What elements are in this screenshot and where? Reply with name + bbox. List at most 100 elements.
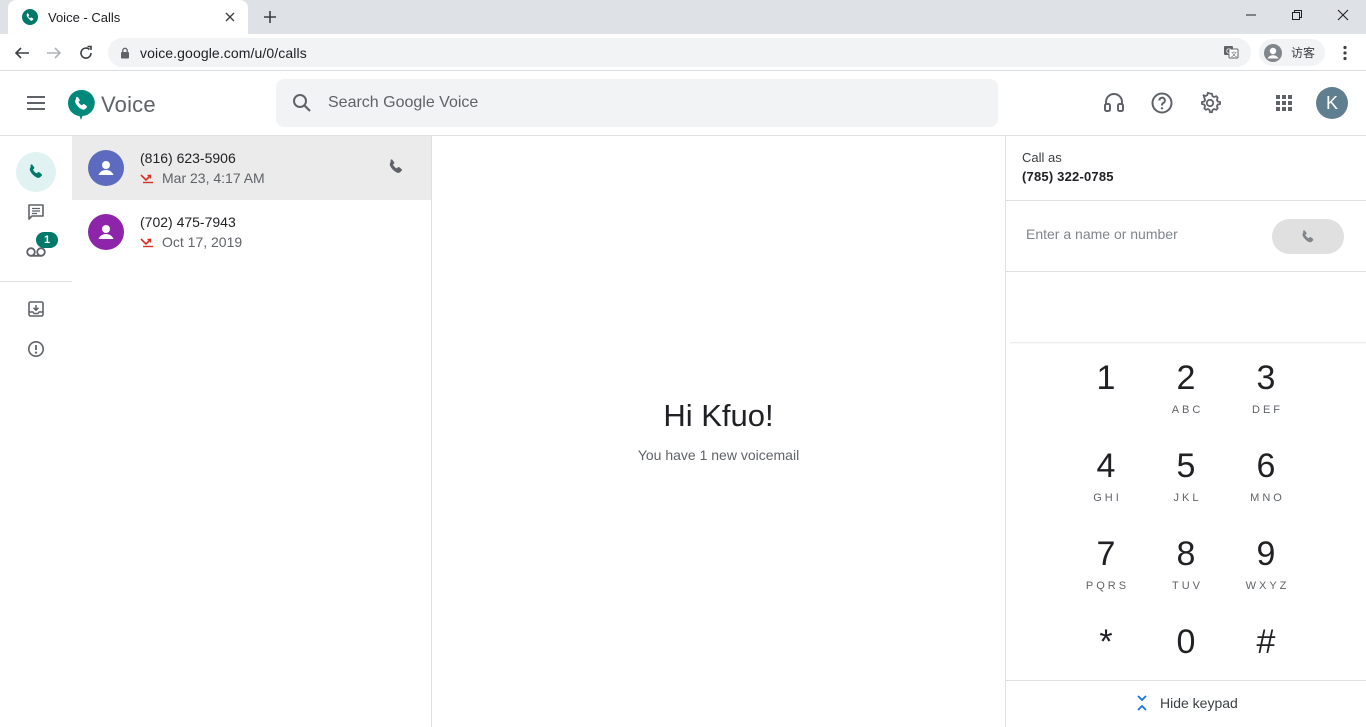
left-nav-rail: 1 [0,136,72,727]
key-letters: GHI [1093,492,1122,504]
call-as-selector[interactable]: Call as (785) 322-0785 [1022,150,1114,184]
keypad-key-7[interactable]: 7 PQRS [1076,534,1136,604]
keypad-key-8[interactable]: 8 TUV [1156,534,1216,604]
account-avatar[interactable]: K [1316,87,1348,119]
contact-avatar-icon [88,214,124,250]
hide-keypad-button[interactable]: Hide keypad [1136,694,1238,712]
keypad-key-0[interactable]: 0 [1156,622,1216,692]
key-digit: 0 [1176,623,1196,661]
headset-icon[interactable] [1102,91,1126,115]
keypad-key-2[interactable]: 2 ABC [1156,358,1216,428]
phone-icon [27,163,45,181]
reload-icon[interactable] [73,40,99,66]
address-bar[interactable]: voice.google.com/u/0/calls G文 [108,38,1251,67]
keypad-key-hash[interactable]: # [1236,622,1296,692]
missed-call-icon [140,172,154,184]
keypad-key-3[interactable]: 3 DEF [1236,358,1296,428]
divider [1006,271,1366,272]
tab-close-icon[interactable] [222,9,238,25]
call-list-item[interactable]: (816) 623-5906 Mar 23, 4:17 AM [72,136,431,200]
translate-icon[interactable]: G文 [1223,44,1239,60]
restore-icon[interactable] [1274,0,1320,30]
keypad-key-9[interactable]: 9 WXYZ [1236,534,1296,604]
close-window-icon[interactable] [1320,0,1366,30]
dial-call-button[interactable] [1272,219,1344,254]
nav-archive[interactable] [16,289,56,329]
dialer-panel: Call as (785) 322-0785 1 2ABC 3DEF 4GHI … [1005,136,1366,727]
url-text: voice.google.com/u/0/calls [140,44,307,61]
profile-label: 访客 [1291,46,1316,60]
voicemail-count-badge: 1 [36,232,58,248]
key-digit: 3 [1256,359,1276,397]
search-bar[interactable] [276,79,998,127]
phone-icon [1300,229,1316,245]
key-digit: 9 [1256,535,1276,573]
message-icon [27,203,45,221]
browser-toolbar: voice.google.com/u/0/calls G文 访客 [0,34,1366,71]
hide-keypad-label: Hide keypad [1160,695,1238,711]
svg-text:文: 文 [1231,51,1237,59]
keypad-key-6[interactable]: 6 MNO [1236,446,1296,516]
key-digit: 2 [1176,359,1196,397]
apps-grid-icon[interactable] [1272,91,1296,115]
app-name: Voice [101,92,156,117]
key-letters: MNO [1250,492,1285,504]
search-icon[interactable] [292,93,312,113]
key-digit: # [1256,623,1276,661]
minimize-icon[interactable] [1228,0,1274,30]
divider [1006,680,1366,681]
call-list-item[interactable]: (702) 475-7943 Oct 17, 2019 [72,200,431,264]
key-letters: ABC [1171,404,1204,416]
key-digit: 1 [1096,359,1116,397]
greeting-subtitle: You have 1 new voicemail [637,447,800,463]
rail-divider [0,281,72,282]
browser-menu-icon[interactable] [1332,40,1358,66]
voice-logo-icon [67,89,95,121]
back-arrow-icon[interactable] [9,40,35,66]
nav-messages[interactable] [16,192,56,232]
keypad-key-1[interactable]: 1 [1076,358,1136,428]
call-back-phone-icon[interactable] [387,158,407,178]
collapse-chevron-icon [1136,694,1148,712]
profile-button[interactable]: 访客 [1259,39,1325,66]
tab-title: Voice - Calls [48,9,121,25]
key-digit: * [1099,623,1113,661]
browser-tabstrip: Voice - Calls [0,0,1366,34]
key-digit: 5 [1176,447,1196,485]
new-tab-icon[interactable] [260,7,280,27]
dial-input[interactable] [1026,226,1256,242]
help-icon[interactable] [1150,91,1174,115]
key-letters: JKL [1173,492,1202,504]
key-digit: 8 [1176,535,1196,573]
browser-tab-active[interactable]: Voice - Calls [8,0,248,34]
nav-calls[interactable] [16,152,56,192]
call-date: Mar 23, 4:17 AM [162,170,265,186]
main-content: Hi Kfuo! You have 1 new voicemail [432,136,1005,727]
keypad-key-star[interactable]: * [1076,622,1136,692]
contact-avatar-icon [88,150,124,186]
divider [1006,200,1366,201]
settings-gear-icon[interactable] [1198,91,1222,115]
call-number: (702) 475-7943 [140,214,236,230]
missed-call-icon [140,236,154,248]
main-menu-icon[interactable] [24,91,48,115]
keypad-key-5[interactable]: 5 JKL [1156,446,1216,516]
key-digit: 6 [1256,447,1276,485]
voice-logo[interactable]: Voice [67,89,156,121]
nav-spam[interactable] [16,329,56,369]
guest-profile-icon [1263,43,1283,63]
key-letters: TUV [1172,580,1203,592]
report-spam-icon [27,340,45,358]
forward-arrow-icon[interactable] [41,40,67,66]
key-digit: 7 [1096,535,1116,573]
keypad-key-4[interactable]: 4 GHI [1076,446,1136,516]
keypad-edge [1010,342,1366,344]
voice-favicon-icon [22,9,38,25]
lock-icon [120,47,130,59]
search-input[interactable] [328,94,928,112]
key-letters: PQRS [1085,580,1130,592]
call-number: (816) 623-5906 [140,150,236,166]
call-list: (816) 623-5906 Mar 23, 4:17 AM (702) 475… [72,136,432,727]
call-as-number: (785) 322-0785 [1022,169,1114,184]
key-letters: WXYZ [1245,580,1290,592]
